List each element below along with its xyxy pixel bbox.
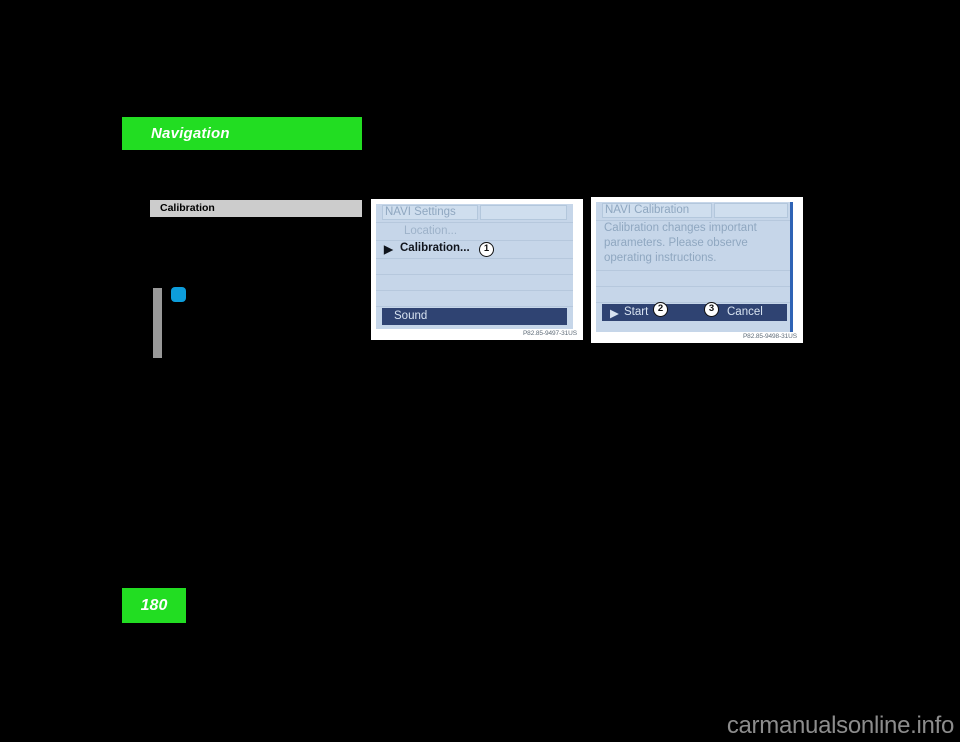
navi-calibration-title: NAVI Calibration [605, 204, 690, 216]
callout-1: 1 [479, 242, 494, 257]
vertical-scrollbar[interactable] [790, 202, 793, 332]
menu-item-location[interactable]: Location... [404, 225, 457, 237]
title-field-right [480, 205, 567, 220]
bullet-dot-icon [171, 287, 186, 302]
calibration-message-line-3: operating instructions. [604, 252, 717, 264]
subject-title: Calibration [160, 202, 215, 214]
callout-3: 3 [704, 302, 719, 317]
row-separator [596, 220, 793, 221]
menu-item-calibration[interactable]: Calibration... [400, 242, 470, 254]
figure-id-navi-calibration: P82.85-9498-31US [742, 333, 797, 340]
calibration-message-line-1: Calibration changes important [604, 222, 757, 234]
row-separator [596, 302, 793, 303]
figure-id-navi-settings: P82.85-9497-31US [522, 330, 577, 337]
row-separator [376, 240, 573, 241]
row-separator [376, 258, 573, 259]
calibration-message-line-2: parameters. Please observe [604, 237, 748, 249]
navi-calibration-screen: NAVI Calibration Calibration changes imp… [596, 202, 793, 332]
navi-settings-title-row: NAVI Settings [376, 204, 573, 222]
menu-item-calibration-marker: ▶ [384, 244, 393, 256]
navi-settings-title: NAVI Settings [385, 206, 456, 218]
row-separator [376, 274, 573, 275]
page-number: 180 [140, 597, 168, 614]
section-title: Navigation [151, 125, 230, 142]
cancel-button[interactable]: Cancel [727, 306, 763, 318]
row-separator [596, 270, 793, 271]
row-separator [596, 286, 793, 287]
row-separator [376, 222, 573, 223]
subject-heading-bar: Calibration [150, 200, 362, 217]
highlight-bar-sound[interactable]: Sound [382, 308, 567, 325]
highlight-bar-sound-label: Sound [394, 310, 428, 322]
site-watermark: carmanualsonline.info [726, 712, 954, 739]
start-button-marker: ▶ [610, 308, 619, 320]
row-separator [376, 290, 573, 291]
navi-settings-screen: NAVI Settings Location... ▶ Calibration.… [376, 204, 573, 329]
navi-calibration-title-row: NAVI Calibration [596, 202, 793, 220]
figure-navi-settings: NAVI Settings Location... ▶ Calibration.… [371, 199, 583, 340]
figure-navi-calibration: NAVI Calibration Calibration changes imp… [591, 197, 803, 343]
start-button[interactable]: Start [624, 306, 648, 318]
margin-change-bar [153, 288, 162, 358]
page-number-box: 180 [122, 588, 186, 623]
section-banner: Navigation [122, 117, 362, 150]
title-field-right [714, 203, 788, 218]
callout-2: 2 [653, 302, 668, 317]
row-separator [376, 306, 573, 307]
action-bar: ▶ Start Cancel [602, 304, 787, 321]
